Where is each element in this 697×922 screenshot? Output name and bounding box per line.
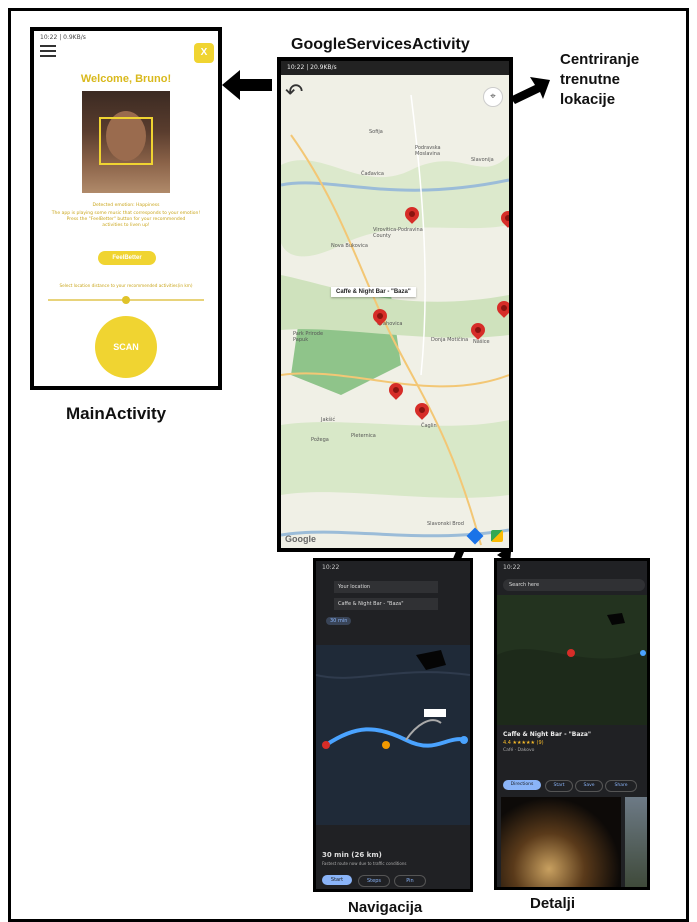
- info-window[interactable]: Caffe & Night Bar - "Baza": [331, 287, 416, 297]
- info-line-3: activities to liven up!: [102, 223, 150, 228]
- maps-app-icon[interactable]: [491, 530, 503, 542]
- nav-map[interactable]: [316, 645, 470, 825]
- place-photo: [501, 797, 621, 887]
- nav-from-field[interactable]: Your location: [334, 581, 438, 593]
- info-text: The app is playing some music that corre…: [40, 211, 212, 229]
- place-label: Donja Motičina: [431, 337, 469, 343]
- details-save-button[interactable]: Save: [575, 780, 603, 792]
- nav-eta: 30 min (26 km): [322, 851, 382, 859]
- close-button[interactable]: X: [194, 43, 214, 63]
- place-label: Park Prirode Papuk: [293, 331, 324, 343]
- slider-thumb[interactable]: [122, 296, 130, 304]
- details-map[interactable]: [497, 595, 647, 725]
- user-photo: [82, 91, 170, 193]
- label-centriranje-line2: trenutne: [560, 71, 620, 88]
- nav-steps-button[interactable]: Steps: [358, 875, 390, 887]
- distance-label: Select location distance to your recomme…: [59, 283, 193, 288]
- label-main-activity: MainActivity: [66, 404, 167, 423]
- my-location-button[interactable]: ⌖: [483, 87, 503, 107]
- label-detalji: Detalji: [530, 895, 576, 912]
- label-centriranje-line3: lokacije: [560, 91, 616, 108]
- google-logo: Google: [285, 534, 316, 544]
- navigation-screen: 10:22 Your location Caffe & Night Bar - …: [313, 558, 473, 892]
- details-screen: 10:22 Search here Caffe & Night Bar - "B…: [494, 558, 650, 890]
- map-screen: 10:22 | 20.9KB/s ↶ ⌖ Sofija Podravska Mo…: [277, 57, 513, 552]
- feelbetter-button[interactable]: FeelBetter: [98, 251, 156, 265]
- directions-button[interactable]: Directions: [503, 780, 541, 790]
- place-label: Slavonija: [471, 157, 494, 163]
- place-rating: 4.4 ★★★★★ (9): [503, 740, 544, 746]
- place-label: Virovitica-Podravina County: [373, 227, 423, 239]
- back-arrow-icon[interactable]: ↶: [285, 81, 303, 103]
- details-status-bar: 10:22: [503, 564, 521, 571]
- place-label: Slavonski Brod: [427, 521, 464, 527]
- place-label: Podravska Moslavina: [415, 145, 441, 157]
- welcome-title: Welcome, Bruno!: [80, 73, 172, 85]
- place-label: Čađavica: [361, 171, 384, 177]
- label-google-services: GoogleServicesActivity: [291, 36, 470, 53]
- main-activity-screen: 10:22 | 0.9KB/s X Welcome, Bruno! Detect…: [30, 27, 222, 390]
- menu-icon[interactable]: [40, 45, 56, 57]
- details-share-button[interactable]: Share: [605, 780, 637, 792]
- place-label: Pleternica: [351, 433, 376, 439]
- place-label: Nova Bukovica: [331, 243, 368, 249]
- nav-eta-note: Fastest route now due to traffic conditi…: [322, 861, 407, 866]
- map-status-bar: 10:22 | 20.9KB/s: [281, 61, 509, 75]
- label-centriranje-line1: Centriranje: [560, 51, 640, 68]
- nav-start-button[interactable]: Start: [322, 875, 352, 885]
- map-canvas[interactable]: [281, 75, 509, 550]
- place-label: Požega: [311, 437, 329, 443]
- details-search-field[interactable]: Search here: [503, 579, 645, 591]
- main-status-bar: 10:22 | 0.9KB/s: [40, 34, 86, 41]
- nav-mode-chip[interactable]: 30 min: [326, 617, 352, 625]
- place-photo-secondary: [625, 797, 647, 887]
- place-label: Čaglin: [421, 423, 437, 429]
- distance-slider[interactable]: [48, 296, 204, 304]
- place-label: Sofija: [369, 129, 383, 135]
- detected-emotion: Detected emotion: Happiness: [92, 203, 160, 208]
- scan-button[interactable]: SCAN: [95, 316, 157, 378]
- place-label: Našice: [473, 339, 490, 345]
- label-navigacija: Navigacija: [348, 899, 423, 916]
- place-category: Café · Dakovo: [503, 748, 535, 753]
- face-detection-box: [99, 117, 153, 165]
- nav-pin-button[interactable]: Pin: [394, 875, 426, 887]
- details-start-button[interactable]: Start: [545, 780, 573, 792]
- nav-to-field[interactable]: Caffe & Night Bar - "Baza": [334, 598, 438, 610]
- place-name: Caffe & Night Bar - "Baza": [503, 731, 592, 738]
- label-centriranje: Centriranje trenutne lokacije: [560, 50, 639, 110]
- place-label: Jakšić: [321, 417, 336, 423]
- nav-status-bar: 10:22: [322, 564, 340, 571]
